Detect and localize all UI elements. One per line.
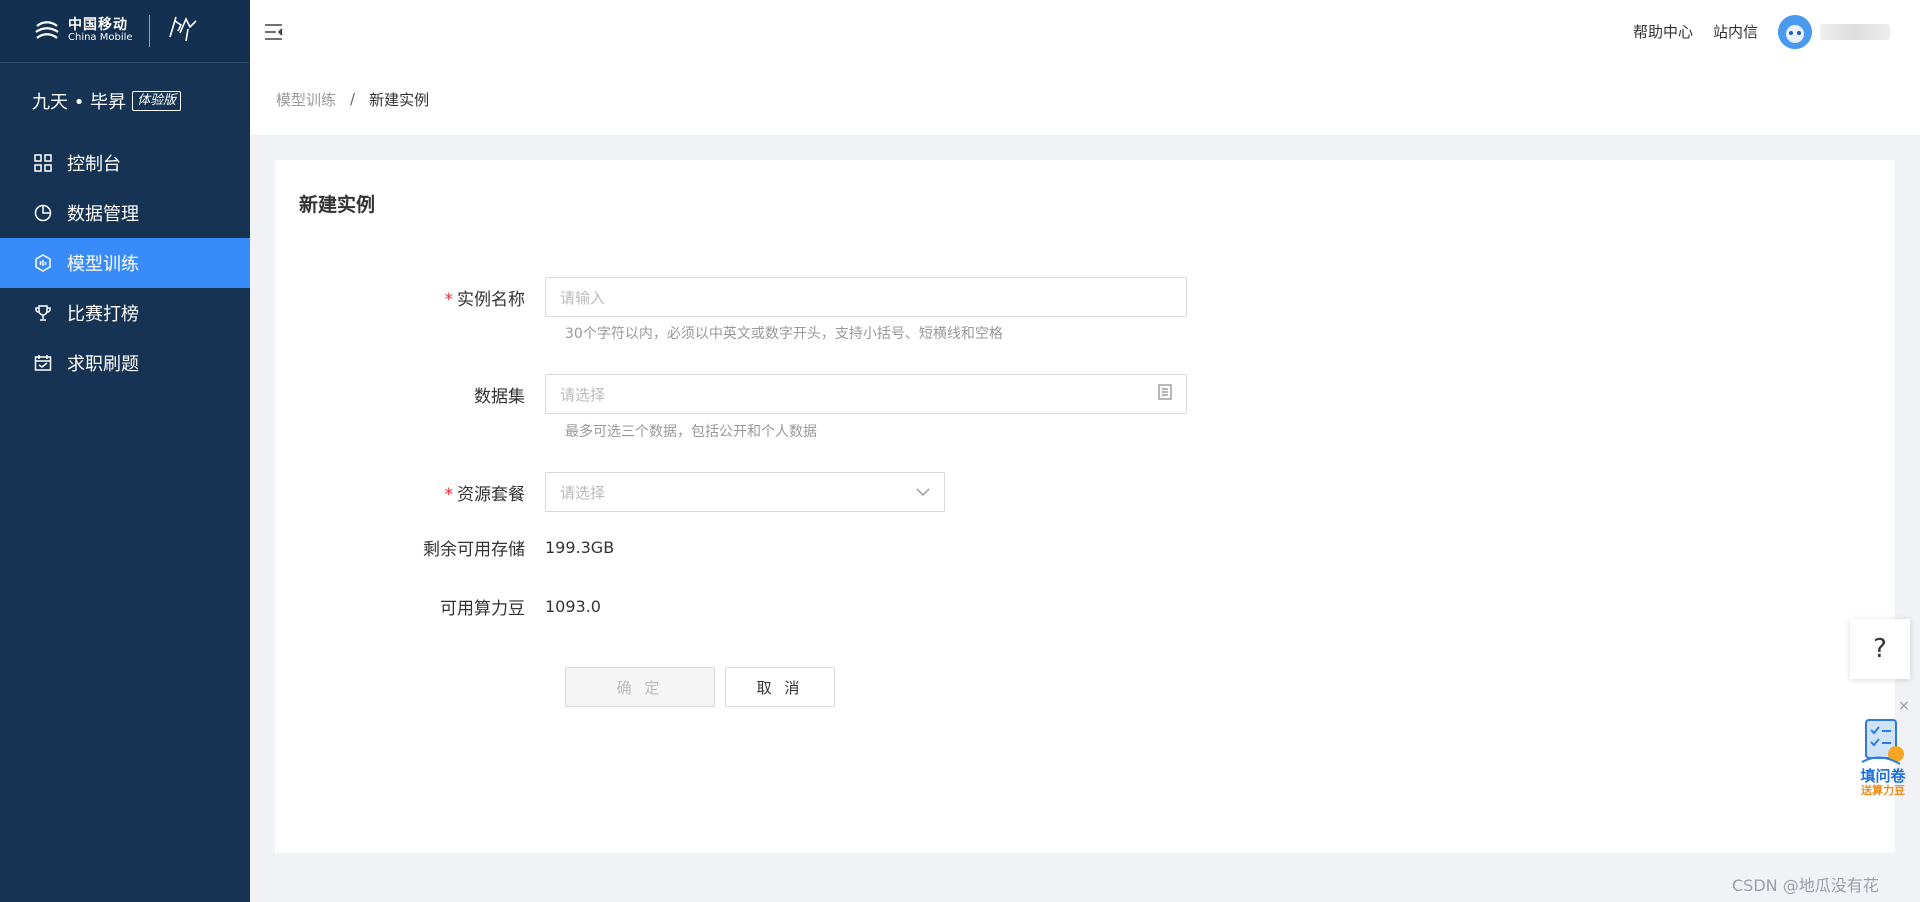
package-label: * 资源套餐	[275, 480, 545, 505]
watermark: CSDN @地瓜没有花	[1732, 876, 1879, 895]
sidebar-item-label: 数据管理	[67, 204, 139, 225]
dataset-row: 数据集 请选择	[275, 374, 1187, 414]
sidebar-item-jobs[interactable]: 求职刷题	[0, 338, 250, 388]
sidebar-item-label: 控制台	[67, 154, 121, 175]
logo-cn: 中国移动	[68, 17, 128, 34]
sidebar-item-label: 模型训练	[67, 254, 139, 275]
instance-name-input[interactable]: 请输入	[545, 277, 1187, 317]
instance-name-hint: 30个字符以内，必须以中英文或数字开头，支持小括号、短横线和空格	[565, 326, 1003, 342]
storage-value: 199.3GB	[545, 538, 615, 557]
document-icon	[1158, 384, 1172, 404]
menu-collapse-icon[interactable]	[262, 20, 286, 44]
breadcrumb-parent[interactable]: 模型训练	[276, 89, 336, 110]
avatar[interactable]	[1778, 14, 1812, 49]
sidebar-item-label: 比赛打榜	[67, 304, 139, 325]
help-float-button[interactable]: ?	[1850, 619, 1910, 679]
trophy-icon	[33, 303, 53, 323]
help-center-link[interactable]: 帮助中心	[1633, 21, 1693, 42]
logo-text: 中国移动 China Mobile	[68, 18, 133, 43]
china-mobile-logo-icon	[32, 16, 62, 46]
sidebar-item-label: 求职刷题	[67, 354, 139, 375]
model-training-icon	[33, 253, 53, 273]
package-placeholder: 请选择	[560, 483, 606, 502]
calendar-icon	[33, 353, 53, 373]
required-mark: *	[444, 289, 454, 310]
page-title: 新建实例	[299, 194, 376, 216]
top-header: 帮助中心 站内信	[250, 0, 1920, 63]
instance-name-row: * 实例名称 请输入	[275, 277, 1187, 317]
trial-badge: 体验版	[132, 90, 182, 111]
instance-name-label: * 实例名称	[275, 285, 545, 310]
survey-icon	[1860, 718, 1908, 772]
chevron-down-icon	[916, 483, 930, 501]
form-card: 新建实例 * 实例名称 请输入 30个字符以内，必须以中英文或数字开头，支持小括号…	[275, 160, 1895, 853]
survey-subtitle: 送算力豆	[1861, 784, 1905, 797]
sidebar-item-data[interactable]: 数据管理	[0, 188, 250, 238]
dataset-hint: 最多可选三个数据，包括公开和个人数据	[565, 424, 817, 440]
username-blurred	[1820, 23, 1890, 40]
breadcrumb: 模型训练 / 新建实例	[250, 63, 1920, 135]
dataset-select[interactable]: 请选择	[545, 374, 1187, 414]
dashboard-icon	[33, 153, 53, 173]
pie-chart-icon	[33, 203, 53, 223]
storage-row: 剩余可用存储 199.3GB	[275, 535, 614, 560]
sidebar-item-competition[interactable]: 比赛打榜	[0, 288, 250, 338]
survey-widget[interactable]: 填问卷 送算力豆	[1852, 712, 1914, 802]
logo-en: China Mobile	[68, 32, 133, 44]
package-row: * 资源套餐 请选择	[275, 472, 945, 512]
required-mark: *	[444, 484, 454, 505]
header-right: 帮助中心 站内信	[1613, 14, 1920, 49]
storage-label: 剩余可用存储	[423, 540, 525, 560]
sidebar: 中国移动 China Mobile 九天 • 毕昇 体验版 控制台 数据管理 模…	[0, 0, 250, 902]
beans-value: 1093.0	[545, 597, 601, 616]
confirm-button[interactable]: 确 定	[565, 667, 715, 707]
signature-logo-icon	[166, 13, 200, 49]
brand-name: 九天 • 毕昇	[32, 91, 127, 113]
dataset-placeholder: 请选择	[560, 385, 606, 404]
sidebar-menu: 控制台 数据管理 模型训练 比赛打榜 求职刷题	[0, 138, 250, 388]
beans-row: 可用算力豆 1093.0	[275, 594, 601, 619]
messages-link[interactable]: 站内信	[1713, 21, 1758, 42]
breadcrumb-current: 新建实例	[369, 90, 430, 109]
beans-label: 可用算力豆	[440, 599, 525, 619]
sidebar-item-console[interactable]: 控制台	[0, 138, 250, 188]
brand: 九天 • 毕昇 体验版	[0, 63, 250, 138]
package-select[interactable]: 请选择	[545, 472, 945, 512]
instance-name-label-text: 实例名称	[457, 289, 525, 310]
breadcrumb-separator: /	[350, 90, 356, 108]
logo-divider	[148, 15, 150, 47]
dataset-label: 数据集	[474, 386, 525, 407]
package-label-text: 资源套餐	[457, 484, 525, 505]
cancel-button[interactable]: 取 消	[725, 667, 835, 707]
logo-bar: 中国移动 China Mobile	[0, 0, 250, 63]
sidebar-item-model-training[interactable]: 模型训练	[0, 238, 250, 288]
